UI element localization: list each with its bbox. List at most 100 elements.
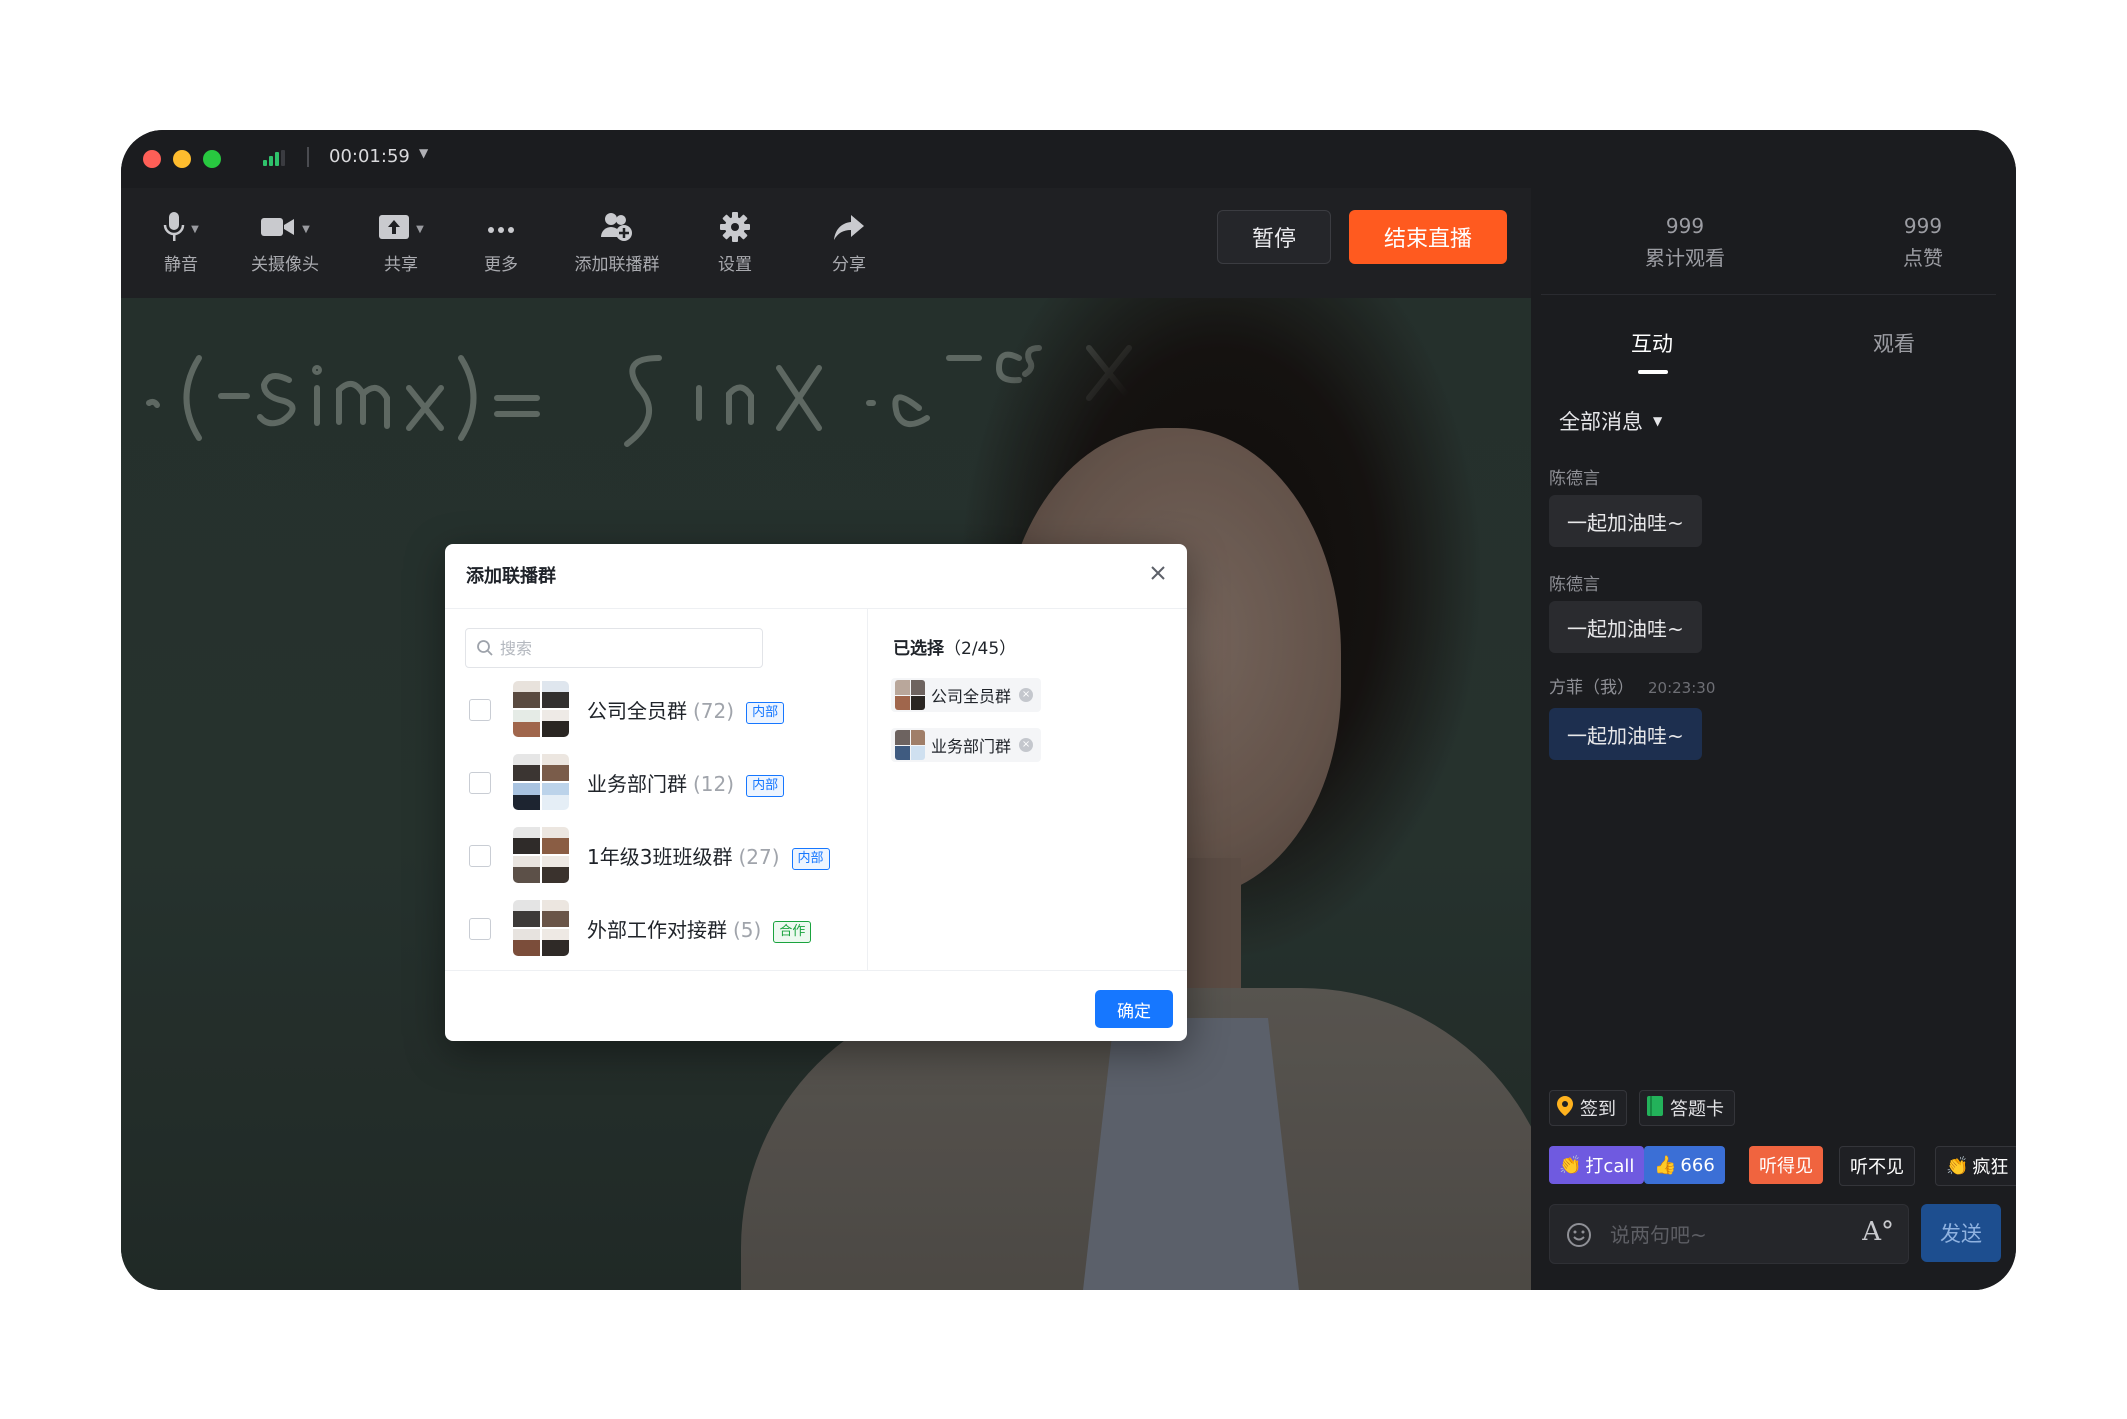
group-row[interactable]: 1年级3班班级群 (27) 内部 (465, 825, 855, 885)
chevron-down-icon[interactable]: ▼ (302, 224, 310, 235)
group-row[interactable]: 公司全员群 (72) 内部 (465, 679, 855, 739)
tab-viewers[interactable]: 观看 (1873, 328, 1915, 358)
group-avatar (513, 754, 569, 810)
chat-input-box: A° (1549, 1204, 1909, 1264)
chevron-down-icon[interactable]: ▼ (191, 224, 199, 235)
member-count: (12) (693, 772, 735, 796)
maximize-window-button[interactable] (203, 150, 221, 168)
thumb-icon: 👍 (1654, 1154, 1677, 1176)
group-checkbox[interactable] (469, 772, 491, 794)
camera-icon (260, 215, 296, 243)
group-row[interactable]: 业务部门群 (12) 内部 (465, 752, 855, 812)
chat-message: 一起加油哇~ (1549, 495, 1702, 547)
camera-toggle-button[interactable]: ▼ 关摄像头 (217, 210, 353, 275)
toolbar: ▼ 静音 ▼ 关摄像头 ▼ 共享 更多 添加联播群 设置 分享 暂停 结束直播 (121, 188, 1531, 298)
minimize-window-button[interactable] (173, 150, 191, 168)
message-filter-dropdown[interactable]: 全部消息 ▼ (1559, 406, 1662, 436)
total-views-stat: 999 累计观看 (1595, 214, 1775, 271)
group-row[interactable]: 外部工作对接群 (5) 合作 (465, 898, 855, 958)
divider (307, 147, 309, 167)
partner-tag: 合作 (773, 921, 812, 943)
share-button[interactable]: 分享 (789, 210, 909, 275)
group-avatar (895, 680, 925, 710)
selected-chip: 公司全员群 × (891, 678, 1042, 712)
member-count: (27) (738, 845, 780, 869)
clap-icon: 👏 (1559, 1154, 1582, 1176)
remove-icon[interactable]: × (1019, 738, 1034, 752)
internal-tag: 内部 (746, 775, 785, 797)
tool-label: 关摄像头 (251, 255, 319, 275)
microphone-icon (163, 211, 185, 247)
group-avatar (513, 681, 569, 737)
filter-label: 全部消息 (1559, 410, 1643, 434)
send-button[interactable]: 发送 (1921, 1204, 2001, 1262)
sender-name: 方菲（我） 20:23:30 (1549, 678, 1716, 698)
location-pin-icon (1556, 1095, 1574, 1122)
tab-interaction[interactable]: 互动 (1631, 328, 1673, 358)
group-checkbox[interactable] (469, 699, 491, 721)
tool-label: 设置 (718, 255, 752, 275)
emote-label: 666 (1680, 1154, 1715, 1176)
emote-crazy-button[interactable]: 👏 疯狂 (1935, 1146, 2016, 1186)
remove-icon[interactable]: × (1019, 688, 1034, 702)
pause-button[interactable]: 暂停 (1217, 210, 1331, 264)
live-window: 00:01:59 ▼ ▼ 静音 ▼ 关摄像头 ▼ 共享 更多 添加联播群 设置 (121, 130, 2016, 1290)
chip-label: 公司全员群 (931, 687, 1012, 706)
tool-label: 更多 (484, 255, 518, 275)
answer-card-button[interactable]: 答题卡 (1639, 1090, 1735, 1126)
answer-card-label: 答题卡 (1670, 1099, 1724, 1120)
group-checkbox[interactable] (469, 845, 491, 867)
stat-number: 999 (1665, 214, 1705, 238)
caret-down-icon: ▼ (1653, 414, 1663, 428)
search-input[interactable] (498, 635, 752, 661)
video-stage: 添加联播群 公司全员群(72)内部 (121, 298, 1531, 1290)
selected-header: 已选择（2/45） (893, 634, 1016, 659)
close-icon[interactable] (1147, 562, 1169, 584)
forward-icon (833, 213, 865, 245)
emoji-icon[interactable] (1566, 1222, 1592, 1252)
search-box (465, 628, 763, 668)
chat-input[interactable] (1608, 1219, 1842, 1251)
confirm-button[interactable]: 确定 (1095, 990, 1173, 1028)
group-checkbox[interactable] (469, 918, 491, 940)
interaction-panel: 999 累计观看 999 点赞 互动 观看 全部消息 ▼ 陈德言 一起加油哇~ 陈… (1531, 188, 2016, 1290)
member-count: (5) (733, 918, 762, 942)
emote-label: 听不见 (1850, 1157, 1904, 1178)
internal-tag: 内部 (746, 702, 785, 724)
close-window-button[interactable] (143, 150, 161, 168)
stat-label: 点赞 (1903, 246, 1943, 270)
share-screen-icon (378, 213, 410, 245)
end-live-button[interactable]: 结束直播 (1349, 210, 1507, 264)
message-time: 20:23:30 (1648, 679, 1716, 697)
chevron-down-icon[interactable]: ▼ (419, 146, 428, 160)
selected-count: （2/45） (944, 639, 1017, 659)
divider (1541, 294, 1996, 295)
chevron-down-icon[interactable]: ▼ (416, 224, 424, 235)
gear-icon (719, 211, 751, 247)
clap-icon: 👏 (1946, 1155, 1969, 1177)
emote-can-hear-button[interactable]: 听得见 (1749, 1146, 1823, 1184)
answer-card-icon (1646, 1095, 1664, 1122)
divider (445, 608, 1187, 609)
add-group-icon (599, 211, 635, 247)
add-group-button[interactable]: 添加联播群 (549, 210, 685, 275)
emote-cannot-hear-button[interactable]: 听不见 (1839, 1146, 1915, 1186)
stat-label: 累计观看 (1645, 246, 1725, 270)
live-timer: 00:01:59 (329, 146, 410, 167)
more-button[interactable]: 更多 (441, 210, 561, 275)
chip-label: 业务部门群 (931, 737, 1012, 756)
likes-stat: 999 点赞 (1833, 214, 2013, 271)
check-in-button[interactable]: 签到 (1549, 1090, 1627, 1126)
text-format-icon[interactable]: A° (1862, 1217, 1894, 1247)
settings-button[interactable]: 设置 (675, 210, 795, 275)
group-avatar (513, 827, 569, 883)
tool-label: 添加联播群 (574, 255, 660, 275)
more-icon (486, 220, 516, 239)
add-group-dialog: 添加联播群 公司全员群(72)内部 (445, 544, 1187, 1041)
emote-label: 疯狂 (1972, 1157, 2009, 1178)
emote-666-button[interactable]: 👍 666 (1644, 1146, 1725, 1184)
chat-message: 一起加油哇~ (1549, 601, 1702, 653)
divider (445, 970, 1187, 971)
emote-dacall-button[interactable]: 👏 打call (1549, 1146, 1645, 1184)
group-avatar (895, 730, 925, 760)
